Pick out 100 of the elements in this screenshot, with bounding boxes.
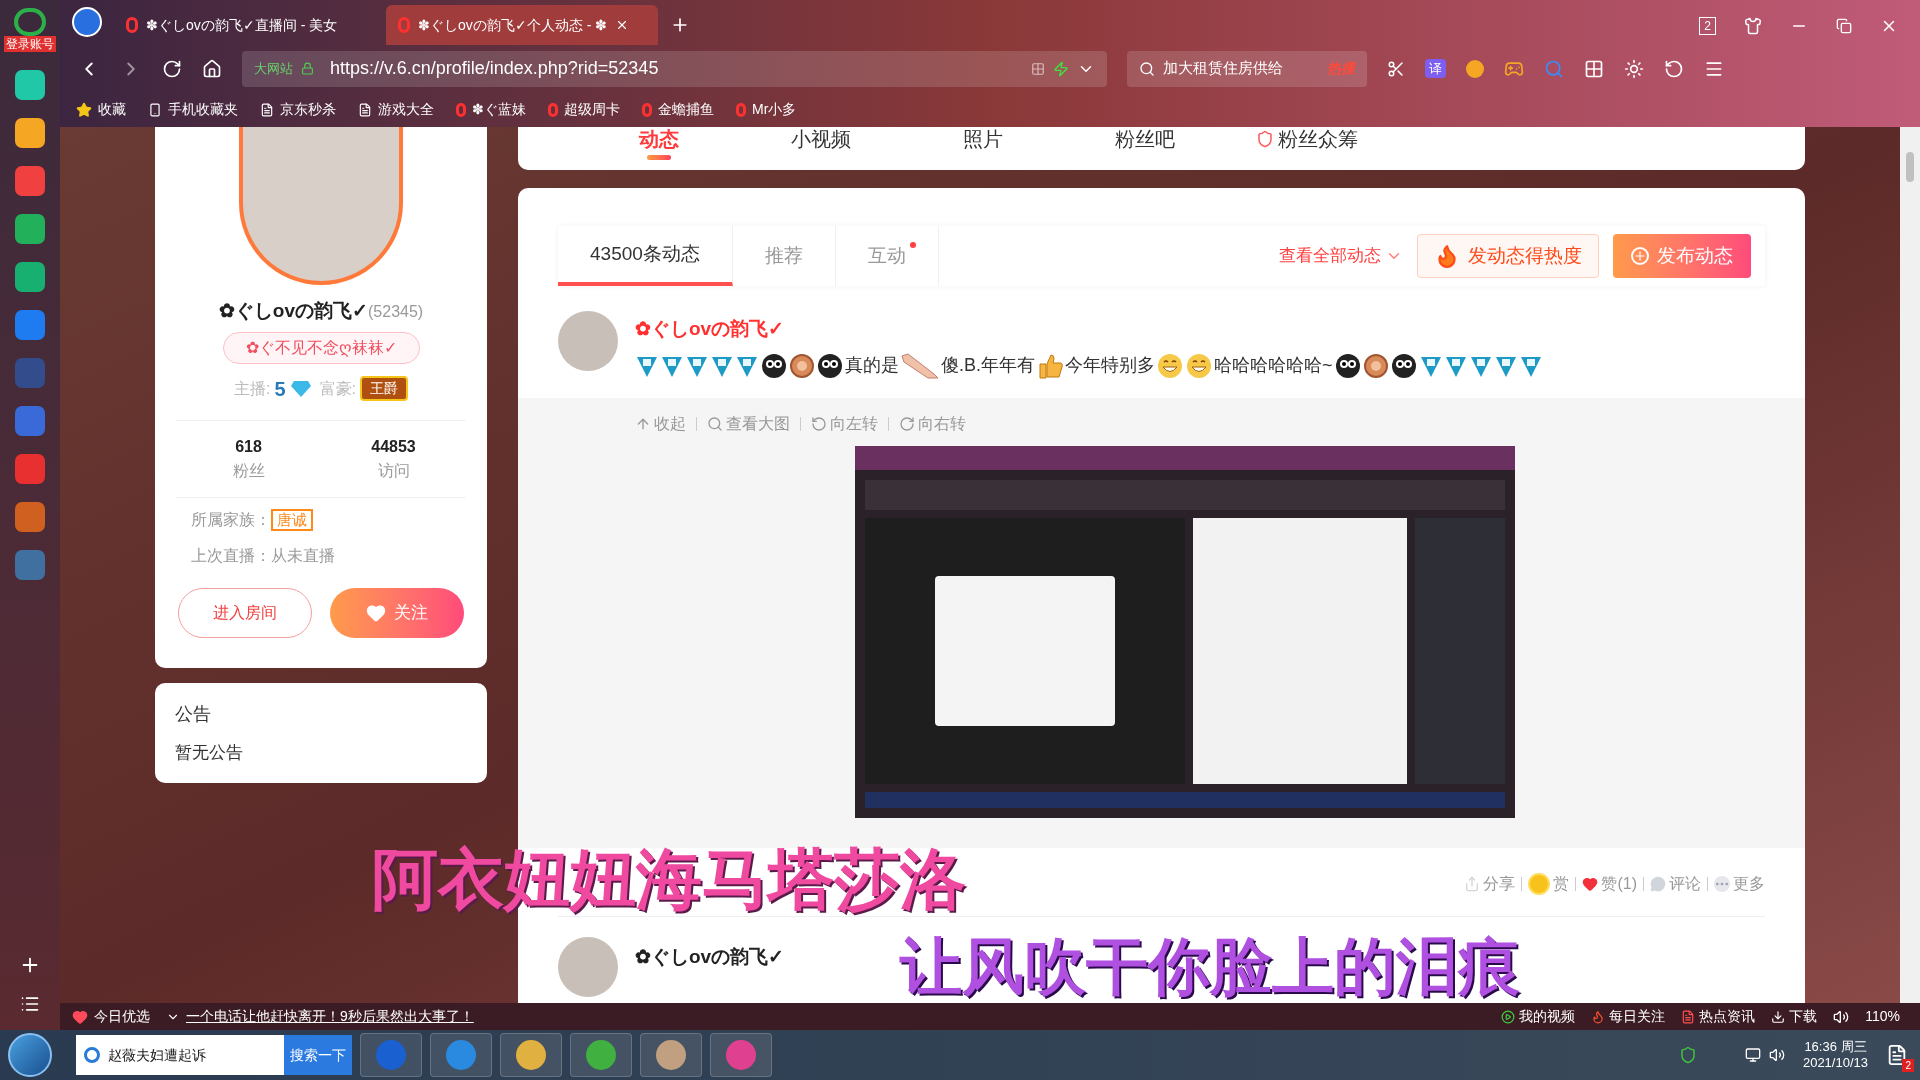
- bookmark-label: ✽ぐ蓝妹: [472, 100, 526, 119]
- thumbs-up-emoji-icon: [1036, 351, 1064, 380]
- taskbar-search-button[interactable]: 搜索一下: [284, 1035, 352, 1075]
- notification-badge: 2: [1902, 1059, 1914, 1072]
- status-item[interactable]: 我的视频: [1501, 1006, 1576, 1027]
- qr-code-icon[interactable]: [1031, 61, 1045, 76]
- bookmark-label: 收藏: [98, 100, 126, 119]
- app-icon[interactable]: [15, 70, 45, 100]
- bookmark-item[interactable]: 超级周卡: [548, 99, 620, 120]
- undo-icon[interactable]: [1664, 58, 1684, 79]
- compass-icon[interactable]: [72, 7, 102, 37]
- taskbar-search-text: 赵薇夫妇遭起诉: [108, 1045, 206, 1065]
- status-label[interactable]: 今日优选: [94, 1006, 150, 1027]
- bookmark-item[interactable]: 京东秒杀: [260, 99, 336, 120]
- home-icon[interactable]: [202, 58, 222, 79]
- lock-icon: [301, 62, 314, 75]
- app-icon[interactable]: [15, 118, 45, 148]
- security-icon[interactable]: [1678, 1046, 1697, 1064]
- app-icon[interactable]: [15, 310, 45, 340]
- address-bar[interactable]: 大网站 https://v.6.cn/profile/index.php?rid=52345: [242, 50, 1107, 87]
- app-icon[interactable]: [15, 214, 45, 244]
- app-icon[interactable]: [15, 262, 45, 292]
- app-icon[interactable]: [15, 454, 45, 484]
- scrollbar[interactable]: [1900, 127, 1920, 1003]
- brightness-icon[interactable]: [1624, 58, 1644, 79]
- window-count-badge[interactable]: 2: [1699, 17, 1716, 35]
- browser-logo-icon: [84, 1047, 100, 1063]
- search-icon: [1139, 60, 1155, 77]
- heart-icon: [1582, 875, 1599, 892]
- stat-label: 访问: [377, 460, 410, 481]
- site-logo-icon: [126, 17, 138, 33]
- news-link[interactable]: 一个电话让他赶快离开！9秒后果然出大事了！: [186, 1006, 474, 1027]
- bookmark-label: Mr小多: [752, 100, 797, 119]
- bookmark-item[interactable]: Mr小多: [736, 99, 797, 120]
- panda-emoji-icon: [1333, 351, 1362, 380]
- flame-icon: [1591, 1009, 1606, 1024]
- skin-icon[interactable]: [1744, 17, 1762, 35]
- status-item[interactable]: 下载: [1771, 1006, 1818, 1027]
- taskbar-app-icon[interactable]: [500, 1033, 562, 1077]
- page-icon: [358, 102, 372, 117]
- post-author[interactable]: ✿ぐしovの韵飞✓: [635, 936, 785, 997]
- anchor-label: 主播:: [234, 378, 271, 399]
- video-icon: [1501, 1009, 1516, 1024]
- list-icon[interactable]: [20, 994, 40, 1014]
- taskbar-app-icon[interactable]: [640, 1033, 702, 1077]
- profile-nav-tab[interactable]: 粉丝众筹: [1226, 127, 1388, 151]
- tab-title: ✽ぐしovの韵飞✓直播间 - 美女: [146, 15, 338, 35]
- view-all-link[interactable]: 查看全部动态: [1279, 243, 1403, 269]
- bookmark-item[interactable]: 收藏: [76, 99, 126, 120]
- profile-id: (52345): [368, 302, 424, 322]
- panda-emoji-icon: [816, 351, 844, 380]
- post-author[interactable]: ✿ぐしovの韵飞✓: [635, 315, 1543, 344]
- zoom-level[interactable]: 110%: [1865, 1006, 1900, 1027]
- volume-icon[interactable]: [1833, 1008, 1850, 1025]
- feed-tab[interactable]: 43500条动态: [558, 226, 733, 286]
- restore-icon[interactable]: [1836, 18, 1852, 34]
- url-text: https://v.6.cn/profile/index.php?rid=52345: [330, 57, 659, 80]
- bookmark-item[interactable]: 手机收藏夹: [148, 99, 238, 120]
- search-placeholder: 加大租赁住房供给: [1163, 58, 1283, 79]
- profile-nav-tab[interactable]: 小视频: [740, 127, 902, 151]
- login-label[interactable]: 登录账号: [4, 36, 56, 52]
- translate-button[interactable]: 译: [1425, 58, 1446, 79]
- taskbar-search-field[interactable]: 赵薇夫妇遭起诉: [76, 1035, 284, 1075]
- profile-nav-tab[interactable]: 照片: [902, 127, 1064, 151]
- grinning-face-emoji-icon: [1156, 351, 1184, 380]
- bookmark-label: 超级周卡: [564, 100, 620, 119]
- lightning-icon[interactable]: [1053, 60, 1069, 77]
- notification-icon[interactable]: [1886, 1044, 1908, 1066]
- avatar-photo: [558, 311, 618, 371]
- diamond-icon: [289, 379, 312, 398]
- bookmark-item[interactable]: 金蟾捕鱼: [642, 99, 714, 120]
- browser-tab[interactable]: ✽ぐしovの韵飞✓直播间 - 美女: [114, 5, 386, 45]
- status-item[interactable]: 热点资讯: [1681, 1006, 1756, 1027]
- download-icon: [1771, 1009, 1786, 1024]
- volume-icon[interactable]: [1768, 1047, 1785, 1063]
- phone-icon: [148, 102, 162, 117]
- app-icon[interactable]: [15, 166, 45, 196]
- enter-room-button[interactable]: 进入房间: [178, 587, 312, 638]
- browser-tab[interactable]: ✽ぐしovの韵飞✓个人动态 - ✽: [386, 5, 658, 45]
- profile-nav-tab[interactable]: 粉丝吧: [1064, 127, 1226, 151]
- clock-time[interactable]: 16:36 周三: [1804, 1039, 1867, 1055]
- rotate-right-icon: [899, 415, 915, 432]
- shield-icon: [1256, 130, 1274, 148]
- start-button[interactable]: [8, 1033, 52, 1077]
- search-field[interactable]: 加大租赁住房供给 热搜: [1127, 50, 1367, 87]
- coin-icon[interactable]: [1466, 59, 1484, 78]
- reload-icon[interactable]: [162, 58, 182, 79]
- taskbar-app-icon[interactable]: [570, 1033, 632, 1077]
- scissors-icon[interactable]: [1387, 59, 1405, 78]
- bookmark-item[interactable]: ✽ぐ蓝妹: [456, 99, 526, 120]
- bookmark-label: 游戏大全: [378, 100, 434, 119]
- tab-title: ✽ぐしovの韵飞✓个人动态 - ✽: [418, 15, 608, 35]
- stat-value: 44853: [371, 436, 416, 457]
- profile-nav-tab[interactable]: 动态: [578, 127, 740, 160]
- app-icon[interactable]: [15, 502, 45, 532]
- grid-icon[interactable]: [1584, 58, 1604, 79]
- bookmark-item[interactable]: 游戏大全: [358, 99, 434, 120]
- network-icon[interactable]: [1744, 1047, 1761, 1063]
- status-item[interactable]: 每日关注: [1591, 1006, 1666, 1027]
- clock-date[interactable]: 2021/10/13: [1802, 1055, 1868, 1071]
